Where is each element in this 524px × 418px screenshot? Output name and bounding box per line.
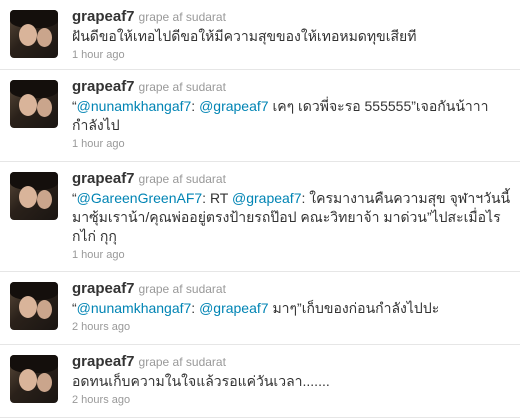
tweet-timestamp-link[interactable]: 2 hours ago <box>72 320 517 334</box>
tweet-text-segment: ฝันดีขอให้เทอไปดีขอให้มีความสุขของให้เทอ… <box>72 28 417 44</box>
tweet-text-segment: อดทนเก็บความในใจแล้วรอแค่วันเวลา....... <box>72 373 330 389</box>
avatar[interactable] <box>10 80 58 128</box>
tweet-timestamp-link[interactable]: 2 hours ago <box>72 393 517 407</box>
tweet-text: “@GareenGreenAF7: RT @grapeaf7: ใครมางาน… <box>72 189 517 246</box>
mention-link[interactable]: @grapeaf7 <box>232 190 301 206</box>
avatar[interactable] <box>10 282 58 330</box>
mention-link[interactable]: @nunamkhangaf7 <box>77 300 192 316</box>
tweet-timestamp-link[interactable]: 1 hour ago <box>72 248 517 262</box>
tweet-text-segment: : RT <box>202 190 232 206</box>
tweet-item: grapeaf7 grape af sudarat “@GareenGreenAF… <box>0 162 520 272</box>
full-name: grape af sudarat <box>138 172 226 186</box>
avatar[interactable] <box>10 172 58 220</box>
screen-name-link[interactable]: grapeaf7 <box>72 78 135 95</box>
full-name: grape af sudarat <box>138 10 226 24</box>
mention-link[interactable]: @nunamkhangaf7 <box>77 98 192 114</box>
tweet-text: “@nunamkhangaf7: @grapeaf7 เคๆ เดวพี่จะร… <box>72 97 517 135</box>
tweet-timestamp-link[interactable]: 1 hour ago <box>72 48 517 62</box>
tweet-text: “@nunamkhangaf7: @grapeaf7 มาๆ”เก็บของก่… <box>72 299 517 318</box>
tweet-timeline: grapeaf7 grape af sudarat ฝันดีขอให้เทอไป… <box>0 0 524 418</box>
full-name: grape af sudarat <box>138 80 226 94</box>
mention-link[interactable]: @grapeaf7 <box>199 98 268 114</box>
avatar[interactable] <box>10 10 58 58</box>
screen-name-link[interactable]: grapeaf7 <box>72 8 135 25</box>
tweet-text: อดทนเก็บความในใจแล้วรอแค่วันเวลา....... <box>72 372 517 391</box>
full-name: grape af sudarat <box>138 282 226 296</box>
tweet-item: grapeaf7 grape af sudarat อดทนเก็บความในใ… <box>0 345 520 418</box>
tweet-item: grapeaf7 grape af sudarat ฝันดีขอให้เทอไป… <box>0 0 520 70</box>
tweet-item: grapeaf7 grape af sudarat “@nunamkhangaf7… <box>0 272 520 345</box>
screen-name-link[interactable]: grapeaf7 <box>72 353 135 370</box>
tweet-text-segment: : <box>191 98 200 114</box>
avatar[interactable] <box>10 355 58 403</box>
tweet-text: ฝันดีขอให้เทอไปดีขอให้มีความสุขของให้เทอ… <box>72 27 517 46</box>
tweet-timestamp-link[interactable]: 1 hour ago <box>72 137 517 151</box>
mention-link[interactable]: @GareenGreenAF7 <box>77 190 203 206</box>
tweet-item: grapeaf7 grape af sudarat “@nunamkhangaf7… <box>0 70 520 162</box>
screen-name-link[interactable]: grapeaf7 <box>72 170 135 187</box>
full-name: grape af sudarat <box>138 355 226 369</box>
tweet-text-segment: : <box>191 300 200 316</box>
mention-link[interactable]: @grapeaf7 <box>199 300 268 316</box>
screen-name-link[interactable]: grapeaf7 <box>72 280 135 297</box>
tweet-text-segment: มาๆ”เก็บของก่อนกำลังไปปะ <box>268 300 440 316</box>
